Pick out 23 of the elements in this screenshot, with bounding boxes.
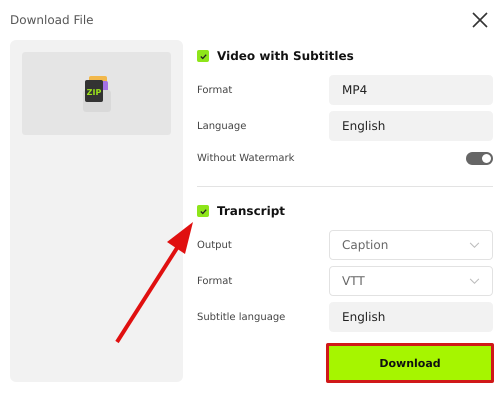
check-icon [198,52,208,60]
close-icon[interactable] [472,12,488,28]
chevron-down-icon [469,278,480,284]
input-field[interactable]: MP4 [329,75,493,105]
input-field[interactable]: English [329,111,493,141]
download-button[interactable]: Download [326,343,494,383]
checkbox[interactable] [197,50,209,62]
field-label: Subtitle language [197,312,286,322]
dropdown[interactable]: Caption [329,230,493,260]
window-title: Download File [10,13,94,27]
check-icon [198,206,208,216]
section-label: Transcript [217,204,286,218]
field-label: Output [197,240,232,250]
field-label: Language [197,120,246,132]
section-label: Video with Subtitles [217,49,354,63]
field-label: Format [197,276,232,286]
checkbox[interactable] [197,205,209,217]
toggle-switch[interactable] [466,152,493,164]
input-field[interactable]: English [329,302,493,332]
dropdown[interactable]: VTT [329,266,493,296]
field-label: Without Watermark [197,152,294,164]
chevron-down-icon [469,242,480,248]
field-label: Format [197,84,232,96]
